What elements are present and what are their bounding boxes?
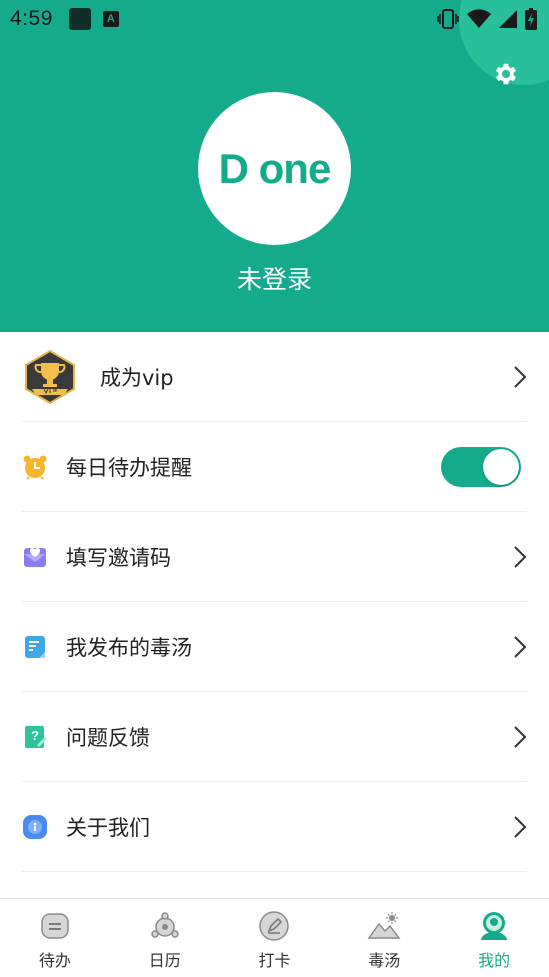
tab-checkin[interactable]: 打卡	[220, 899, 330, 977]
settings-button[interactable]	[490, 58, 522, 90]
profile-icon	[477, 909, 511, 943]
bottom-tab-bar: 待办 日历 打卡 毒汤 我的	[0, 898, 549, 977]
chevron-right-icon	[514, 365, 527, 388]
battery-icon	[525, 8, 537, 30]
tab-todo[interactable]: 待办	[0, 899, 110, 977]
chevron-right-icon	[514, 545, 527, 568]
menu-item-posts[interactable]: 我发布的毒汤	[22, 602, 527, 692]
a-notification-icon: A	[102, 11, 119, 27]
menu-item-about[interactable]: 关于我们	[22, 782, 527, 872]
checkin-icon	[257, 909, 291, 943]
tab-label-poison-soup: 毒汤	[368, 951, 401, 970]
chevron-right-icon	[514, 725, 527, 748]
menu-label-posts: 我发布的毒汤	[66, 635, 192, 660]
status-bar: 4:59 A	[0, 0, 549, 38]
menu-label-invite: 填写邀请码	[66, 545, 171, 570]
tab-label-todo: 待办	[38, 951, 71, 970]
menu-label-reminder: 每日待办提醒	[66, 455, 192, 480]
menu-label-about: 关于我们	[66, 815, 150, 840]
avatar[interactable]: D one	[198, 92, 351, 245]
vibrate-icon	[437, 9, 459, 29]
question-note-icon: ?	[22, 724, 48, 750]
menu-item-vip[interactable]: 成为vip	[22, 332, 527, 422]
tab-label-checkin: 打卡	[258, 951, 291, 970]
tab-label-calendar: 日历	[148, 951, 181, 970]
mountain-icon	[367, 909, 401, 943]
tab-poison-soup[interactable]: 毒汤	[329, 899, 439, 977]
menu-label-feedback: 问题反馈	[66, 725, 150, 750]
toggle-knob	[483, 448, 519, 485]
app-logo: D one	[218, 144, 332, 192]
settings-menu: 成为vip 每日待办提醒 填写邀请码 我发布的毒汤 ? 问题反馈 关于我们	[0, 332, 549, 872]
document-icon	[22, 634, 48, 660]
svg-text:?: ?	[31, 728, 39, 743]
status-time: 4:59	[10, 7, 53, 30]
info-icon	[22, 814, 48, 840]
profile-header: 4:59 A D one 未登录	[0, 0, 549, 332]
reminder-toggle[interactable]	[441, 446, 521, 487]
todo-icon	[38, 909, 72, 943]
tab-calendar[interactable]: 日历	[110, 899, 220, 977]
gear-icon	[495, 63, 517, 85]
signal-icon	[499, 10, 517, 28]
status-indicators	[437, 0, 549, 38]
chevron-right-icon	[514, 635, 527, 658]
alarm-clock-icon	[22, 454, 48, 480]
chevron-right-icon	[514, 815, 527, 838]
trophy-vip-icon	[22, 349, 78, 405]
app-notification-icon	[68, 8, 91, 30]
menu-item-feedback[interactable]: ? 问题反馈	[22, 692, 527, 782]
tab-label-mine: 我的	[478, 951, 511, 970]
menu-label-vip: 成为vip	[100, 365, 174, 390]
menu-item-invite[interactable]: 填写邀请码	[22, 512, 527, 602]
heart-envelope-icon	[22, 544, 48, 570]
menu-item-reminder[interactable]: 每日待办提醒	[22, 422, 527, 512]
calendar-icon	[148, 909, 182, 943]
login-status-text[interactable]: 未登录	[0, 260, 549, 296]
wifi-icon	[467, 9, 491, 28]
tab-mine[interactable]: 我的	[439, 899, 549, 977]
